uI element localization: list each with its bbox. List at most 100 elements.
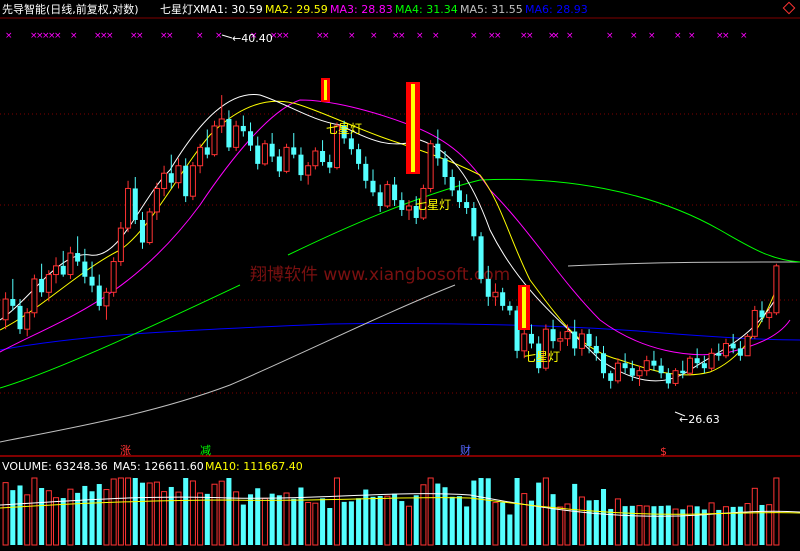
volume-bar <box>464 506 470 545</box>
signal-mark: × <box>370 31 378 41</box>
signal-mark: × <box>432 31 440 41</box>
candle <box>672 368 679 386</box>
volume-ma10: MA10: 111667.40 <box>205 460 303 473</box>
volume-bar <box>392 493 398 545</box>
volume-bar <box>161 491 168 546</box>
star-lamp-3 <box>518 285 530 330</box>
star-lamp-2 <box>406 82 420 174</box>
signal-mark: × <box>526 31 534 41</box>
volume-bar <box>298 487 304 545</box>
signal-mark: × <box>606 31 614 41</box>
candle <box>261 140 268 166</box>
ma-label-5: MA5: 31.55 <box>460 3 523 16</box>
candle <box>686 355 693 376</box>
volume-bar <box>708 502 715 546</box>
candle <box>427 140 434 193</box>
volume-bar <box>125 477 132 546</box>
candle <box>773 263 780 316</box>
volume-bar <box>110 478 117 546</box>
volume-bar <box>542 477 549 546</box>
signal-mark: × <box>722 31 730 41</box>
volume-bar <box>67 488 74 546</box>
volume-bar <box>514 478 520 545</box>
star-lamp-label: 七星灯 <box>326 122 362 136</box>
volume-ma5: MA5: 126611.60 <box>113 460 204 473</box>
indicator-name: 七星灯X <box>160 3 201 16</box>
ma-label-1: MA1: 30.59 <box>200 3 263 16</box>
signal-mark: × <box>5 31 13 41</box>
volume-bar <box>218 480 225 546</box>
volume-value: VOLUME: 63248.36 <box>2 460 108 473</box>
volume-bar <box>622 506 628 545</box>
volume-bar <box>478 478 484 545</box>
volume-bar <box>716 509 722 545</box>
volume-bar <box>665 505 671 545</box>
signal-mark: × <box>630 31 638 41</box>
signal-mark: × <box>70 31 78 41</box>
candle <box>478 232 484 284</box>
volume-bar <box>261 497 268 546</box>
volume-bar <box>658 505 664 545</box>
signal-mark: × <box>552 31 560 41</box>
volume-bar <box>521 493 528 546</box>
signal-mark: × <box>416 31 424 41</box>
volume-bar <box>507 514 513 545</box>
volume-bar <box>240 504 246 545</box>
volume-bar <box>449 496 455 545</box>
candle <box>146 207 153 245</box>
chart-stage: 先导智能(日线,前复权,对数) 七星灯X MA1: 30.59 MA2: 29.5… <box>0 0 800 547</box>
volume-bar <box>405 505 413 546</box>
volume-bar <box>146 482 153 546</box>
volume-bar <box>356 498 362 545</box>
signal-mark: × <box>674 31 682 41</box>
volume-bar <box>348 501 354 545</box>
volume-bar <box>333 477 340 546</box>
volume-bar <box>686 505 693 546</box>
volume-bar <box>651 506 657 545</box>
volume-bar <box>413 495 419 545</box>
volume-bar <box>45 490 52 546</box>
stock-title: 先导智能(日线,前复权,对数) <box>2 2 139 16</box>
star-lamp-label: 七星灯 <box>524 350 560 364</box>
volume-bar <box>183 478 189 545</box>
signal-mark: × <box>166 31 174 41</box>
volume-bar <box>370 496 376 545</box>
candle <box>744 333 751 357</box>
signal-mark: × <box>282 31 290 41</box>
volume-bar <box>283 492 290 546</box>
volume-bar <box>255 488 261 545</box>
stock-chart: 先导智能(日线,前复权,对数) 七星灯X MA1: 30.59 MA2: 29.5… <box>0 0 800 547</box>
volume-bar <box>586 500 592 545</box>
ma-label-2: MA2: 29.59 <box>265 3 328 16</box>
volume-bar <box>377 495 383 545</box>
volume-bar <box>168 486 174 545</box>
volume-bar <box>2 482 9 546</box>
volume-bar <box>600 489 607 545</box>
volume-bar <box>31 477 38 546</box>
volume-bar <box>24 494 31 546</box>
volume-bar <box>471 480 477 545</box>
volume-bar <box>456 496 462 545</box>
candle <box>211 120 218 157</box>
volume-bar <box>557 506 564 546</box>
candle <box>110 257 117 297</box>
volume-bar <box>39 488 45 545</box>
candle <box>125 180 132 233</box>
volume-bar <box>312 502 319 546</box>
volume-bar <box>572 483 578 545</box>
signal-mark: × <box>740 31 748 41</box>
volume-bar <box>485 478 491 545</box>
volume-bar <box>694 506 700 545</box>
volume-bar <box>643 505 650 546</box>
ma-label-6: MA6: 28.93 <box>525 3 588 16</box>
signal-mark: × <box>322 31 330 41</box>
event-marker-reduce: 减 <box>200 444 211 457</box>
ma-label-4: MA4: 31.34 <box>395 3 458 16</box>
candle <box>189 162 196 201</box>
volume-bar <box>536 482 542 545</box>
volume-bar <box>189 480 196 546</box>
volume-bar <box>399 501 405 545</box>
volume-bar <box>153 481 160 546</box>
volume-bar <box>614 498 621 546</box>
signal-mark: × <box>566 31 574 41</box>
